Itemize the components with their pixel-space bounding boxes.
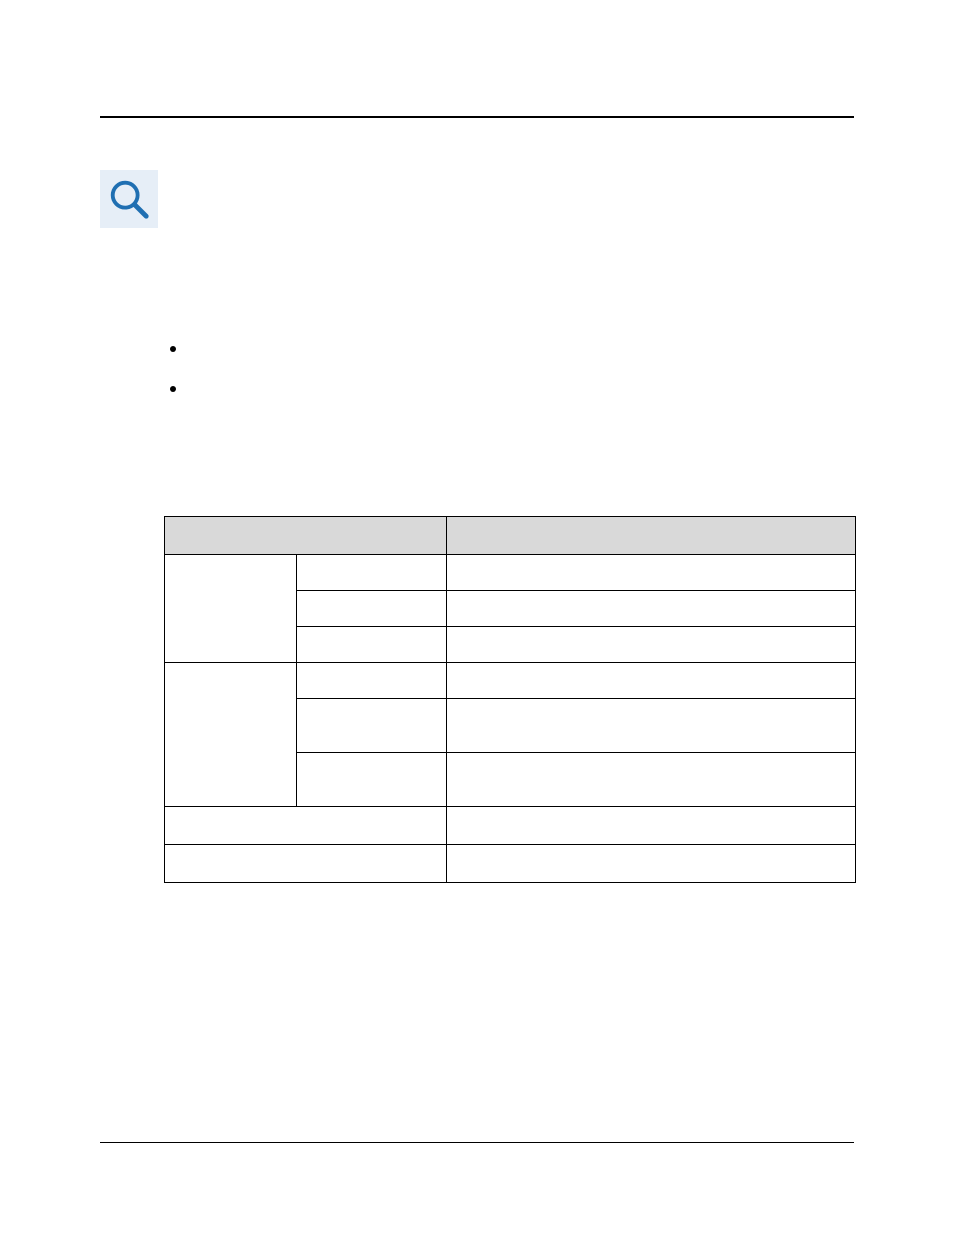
table-row bbox=[165, 807, 856, 845]
table-cell bbox=[446, 807, 855, 845]
table-header-row bbox=[165, 517, 856, 555]
list-item bbox=[170, 380, 194, 420]
table-cell bbox=[296, 699, 446, 753]
table-cell bbox=[296, 627, 446, 663]
table-cell bbox=[446, 627, 855, 663]
table-cell bbox=[296, 555, 446, 591]
magnifier-icon-svg bbox=[106, 176, 152, 222]
table-header-cell bbox=[165, 517, 447, 555]
table-row bbox=[165, 555, 856, 591]
bottom-horizontal-rule bbox=[100, 1142, 854, 1143]
table-cell bbox=[446, 699, 855, 753]
document-page bbox=[100, 0, 854, 1235]
table-cell bbox=[446, 555, 855, 591]
table-cell bbox=[446, 753, 855, 807]
table-cell bbox=[446, 591, 855, 627]
list-item bbox=[170, 340, 194, 380]
top-horizontal-rule bbox=[100, 116, 854, 118]
table-row bbox=[165, 663, 856, 699]
table-cell bbox=[296, 663, 446, 699]
table-cell bbox=[296, 591, 446, 627]
bullet-list bbox=[170, 340, 194, 420]
table-cell bbox=[296, 753, 446, 807]
table-cell-group bbox=[165, 663, 297, 807]
table-header-cell bbox=[446, 517, 855, 555]
table-cell bbox=[165, 807, 447, 845]
table-cell bbox=[165, 845, 447, 883]
magnifier-icon bbox=[100, 170, 158, 228]
table-cell-group bbox=[165, 555, 297, 663]
table-cell bbox=[446, 845, 855, 883]
data-table bbox=[164, 516, 856, 883]
table-cell bbox=[446, 663, 855, 699]
table-row bbox=[165, 845, 856, 883]
